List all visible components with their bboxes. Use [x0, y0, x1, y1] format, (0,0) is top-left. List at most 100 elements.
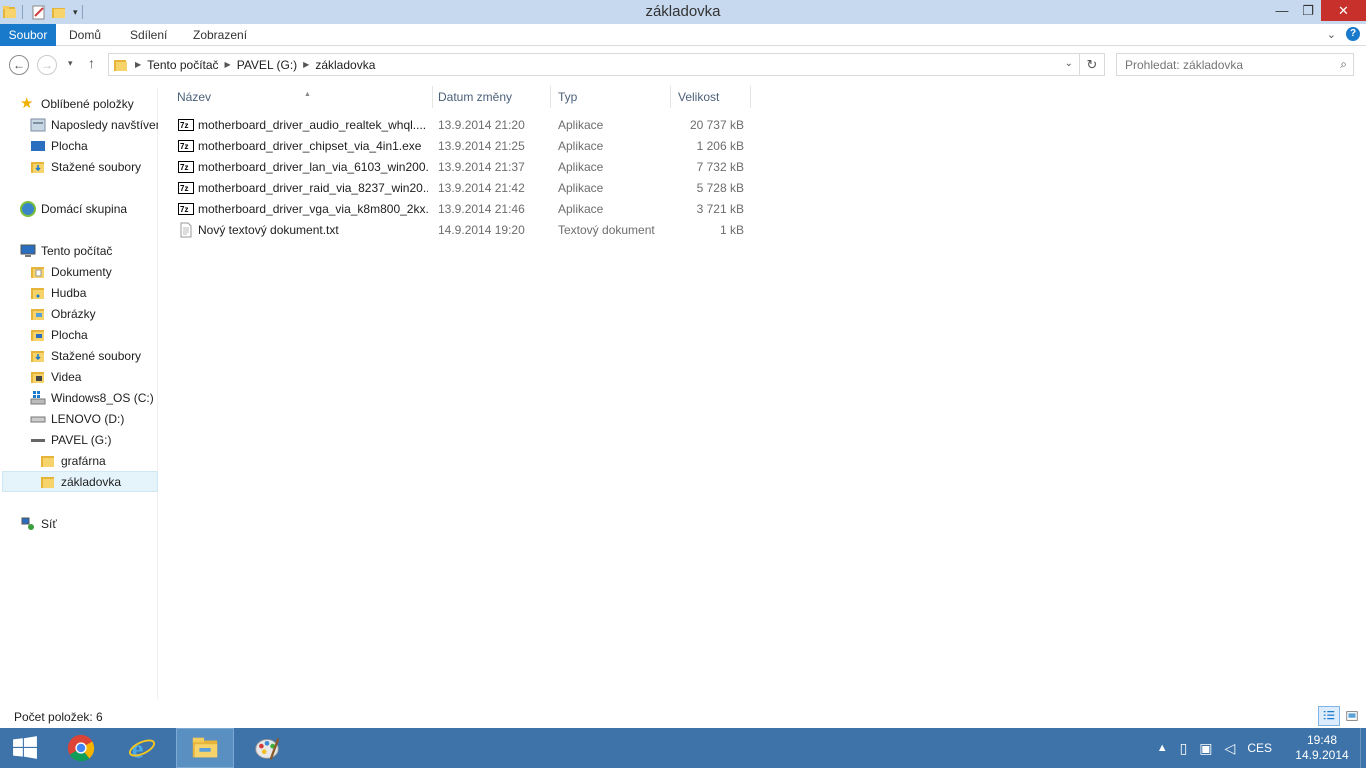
column-label: Datum změny	[438, 90, 513, 104]
maximize-button[interactable]: ❐	[1295, 0, 1321, 21]
search-icon[interactable]: ⌕	[1340, 57, 1347, 72]
file-size: 20 737 kB	[689, 118, 744, 132]
close-button[interactable]: ✕	[1321, 0, 1366, 21]
window-title: základovka	[645, 3, 721, 20]
tab-home[interactable]: Domů	[69, 24, 101, 46]
nav-label: PAVEL (G:)	[51, 432, 112, 447]
up-button[interactable]: ↑	[88, 55, 95, 71]
tab-view[interactable]: Zobrazení	[193, 24, 247, 46]
new-folder-icon[interactable]	[51, 4, 67, 20]
breadcrumb-this-pc[interactable]: Tento počítač	[147, 58, 218, 72]
arrow-right-icon: →	[41, 58, 53, 72]
nav-folder-zakladovka[interactable]: základovka	[2, 471, 158, 492]
nav-downloads[interactable]: Stažené soubory	[30, 156, 186, 177]
nav-folder-grafarna[interactable]: grafárna	[40, 450, 156, 471]
taskbar-file-explorer[interactable]	[176, 728, 234, 768]
chevron-right-icon[interactable]: ▶	[303, 60, 309, 69]
column-header-name[interactable]: ▲ Název	[177, 86, 433, 108]
drive-icon	[30, 416, 46, 422]
properties-icon[interactable]	[31, 4, 47, 20]
file-row[interactable]: 7z motherboard_driver_raid_via_8237_win2…	[176, 178, 750, 199]
file-size: 7 732 kB	[696, 160, 744, 174]
taskbar-paint[interactable]	[238, 728, 296, 768]
7zip-exe-icon: 7z	[178, 119, 194, 131]
breadcrumb-drive-g[interactable]: PAVEL (G:)	[237, 58, 297, 72]
recent-places-icon	[30, 118, 46, 131]
nav-drive-g[interactable]: PAVEL (G:)	[30, 429, 186, 450]
search-box[interactable]: ⌕	[1116, 53, 1354, 76]
sort-ascending-icon: ▲	[304, 91, 311, 98]
customize-toolbar-icon[interactable]: ▾	[73, 7, 78, 18]
nav-label: Stažené soubory	[51, 159, 142, 174]
nav-homegroup[interactable]: Domácí skupina	[20, 198, 176, 219]
file-row[interactable]: 7z motherboard_driver_audio_realtek_whql…	[176, 115, 750, 136]
search-input[interactable]	[1117, 54, 1317, 75]
file-row[interactable]: 7z motherboard_driver_lan_via_6103_win20…	[176, 157, 750, 178]
nav-label: Domácí skupina	[41, 201, 128, 216]
file-row[interactable]: 7z motherboard_driver_chipset_via_4in1.e…	[176, 136, 750, 157]
recent-locations-icon[interactable]: ▾	[68, 58, 73, 69]
desktop-folder-icon	[31, 329, 44, 341]
file-date: 13.9.2014 21:20	[438, 118, 525, 132]
nav-drive-c[interactable]: Windows8_OS (C:)	[30, 387, 186, 408]
internet-explorer-icon: e	[128, 734, 156, 763]
file-row[interactable]: Nový textový dokument.txt 14.9.2014 19:2…	[176, 220, 750, 241]
file-type: Aplikace	[558, 181, 604, 195]
file-type: Aplikace	[558, 139, 604, 153]
nav-downloads-2[interactable]: Stažené soubory	[30, 345, 186, 366]
svg-text:7z: 7z	[180, 121, 188, 130]
nav-pictures[interactable]: Obrázky	[30, 303, 186, 324]
nav-documents[interactable]: Dokumenty	[30, 261, 186, 282]
expand-ribbon-icon[interactable]: ⌄	[1327, 28, 1336, 41]
column-header-date[interactable]: Datum změny	[438, 86, 551, 108]
large-icons-view-button[interactable]	[1341, 706, 1363, 726]
nav-videos[interactable]: Videa	[30, 366, 186, 387]
nav-music[interactable]: Hudba	[30, 282, 186, 303]
tab-file[interactable]: Soubor	[0, 24, 56, 46]
nav-drive-d[interactable]: LENOVO (D:)	[30, 408, 186, 429]
clock[interactable]: 19:48 14.9.2014	[1284, 733, 1360, 763]
nav-desktop-2[interactable]: Plocha	[30, 324, 186, 345]
network-tray-icon[interactable]: ▣	[1199, 740, 1212, 757]
tab-share[interactable]: Sdílení	[130, 24, 167, 46]
address-dropdown-icon[interactable]: ⌄	[1065, 58, 1073, 69]
show-hidden-icons-icon[interactable]: ▲	[1157, 742, 1168, 754]
removable-drive-icon	[31, 438, 45, 442]
language-indicator[interactable]: CES	[1247, 741, 1272, 755]
show-desktop-button[interactable]	[1360, 728, 1366, 768]
breadcrumb-zakladovka[interactable]: základovka	[315, 58, 375, 72]
nav-favorites[interactable]: ★ Oblíbené položky	[20, 93, 176, 114]
nav-desktop[interactable]: Plocha	[30, 135, 186, 156]
taskbar-chrome[interactable]	[52, 728, 110, 768]
start-button[interactable]	[0, 728, 50, 768]
large-icons-view-icon	[1346, 711, 1358, 721]
file-date: 13.9.2014 21:25	[438, 139, 525, 153]
column-label: Velikost	[678, 90, 720, 104]
address-bar[interactable]: ▶ Tento počítač ▶ PAVEL (G:) ▶ základovk…	[108, 53, 1080, 76]
forward-button[interactable]: →	[37, 55, 57, 75]
nav-label: Naposledy navštívené	[51, 117, 158, 132]
refresh-button[interactable]: ↻	[1080, 53, 1105, 76]
folder-icon[interactable]	[2, 4, 18, 20]
power-icon[interactable]: ▯	[1180, 740, 1188, 757]
minimize-button[interactable]: —	[1269, 0, 1295, 21]
volume-icon[interactable]: ◁	[1225, 740, 1236, 757]
column-header-type[interactable]: Typ	[558, 86, 671, 108]
file-row[interactable]: 7z motherboard_driver_vga_via_k8m800_2kx…	[176, 199, 750, 220]
star-icon: ★	[20, 94, 34, 112]
title-bar[interactable]: ▾ základovka — ❐ ✕	[0, 0, 1366, 24]
chevron-right-icon[interactable]: ▶	[135, 60, 141, 69]
help-icon[interactable]: ?	[1346, 27, 1360, 41]
file-type: Aplikace	[558, 118, 604, 132]
nav-network[interactable]: Síť	[20, 513, 176, 534]
nav-recent[interactable]: Naposledy navštívené	[30, 114, 158, 135]
nav-label: Plocha	[51, 327, 88, 342]
nav-this-pc[interactable]: Tento počítač	[20, 240, 176, 261]
back-button[interactable]: ←	[9, 55, 29, 75]
clock-date: 14.9.2014	[1295, 748, 1349, 762]
details-view-button[interactable]	[1318, 706, 1340, 726]
chevron-right-icon[interactable]: ▶	[225, 60, 231, 69]
column-header-size[interactable]: Velikost	[678, 86, 751, 108]
column-label: Název	[177, 90, 212, 104]
taskbar-internet-explorer[interactable]: e	[113, 728, 171, 768]
